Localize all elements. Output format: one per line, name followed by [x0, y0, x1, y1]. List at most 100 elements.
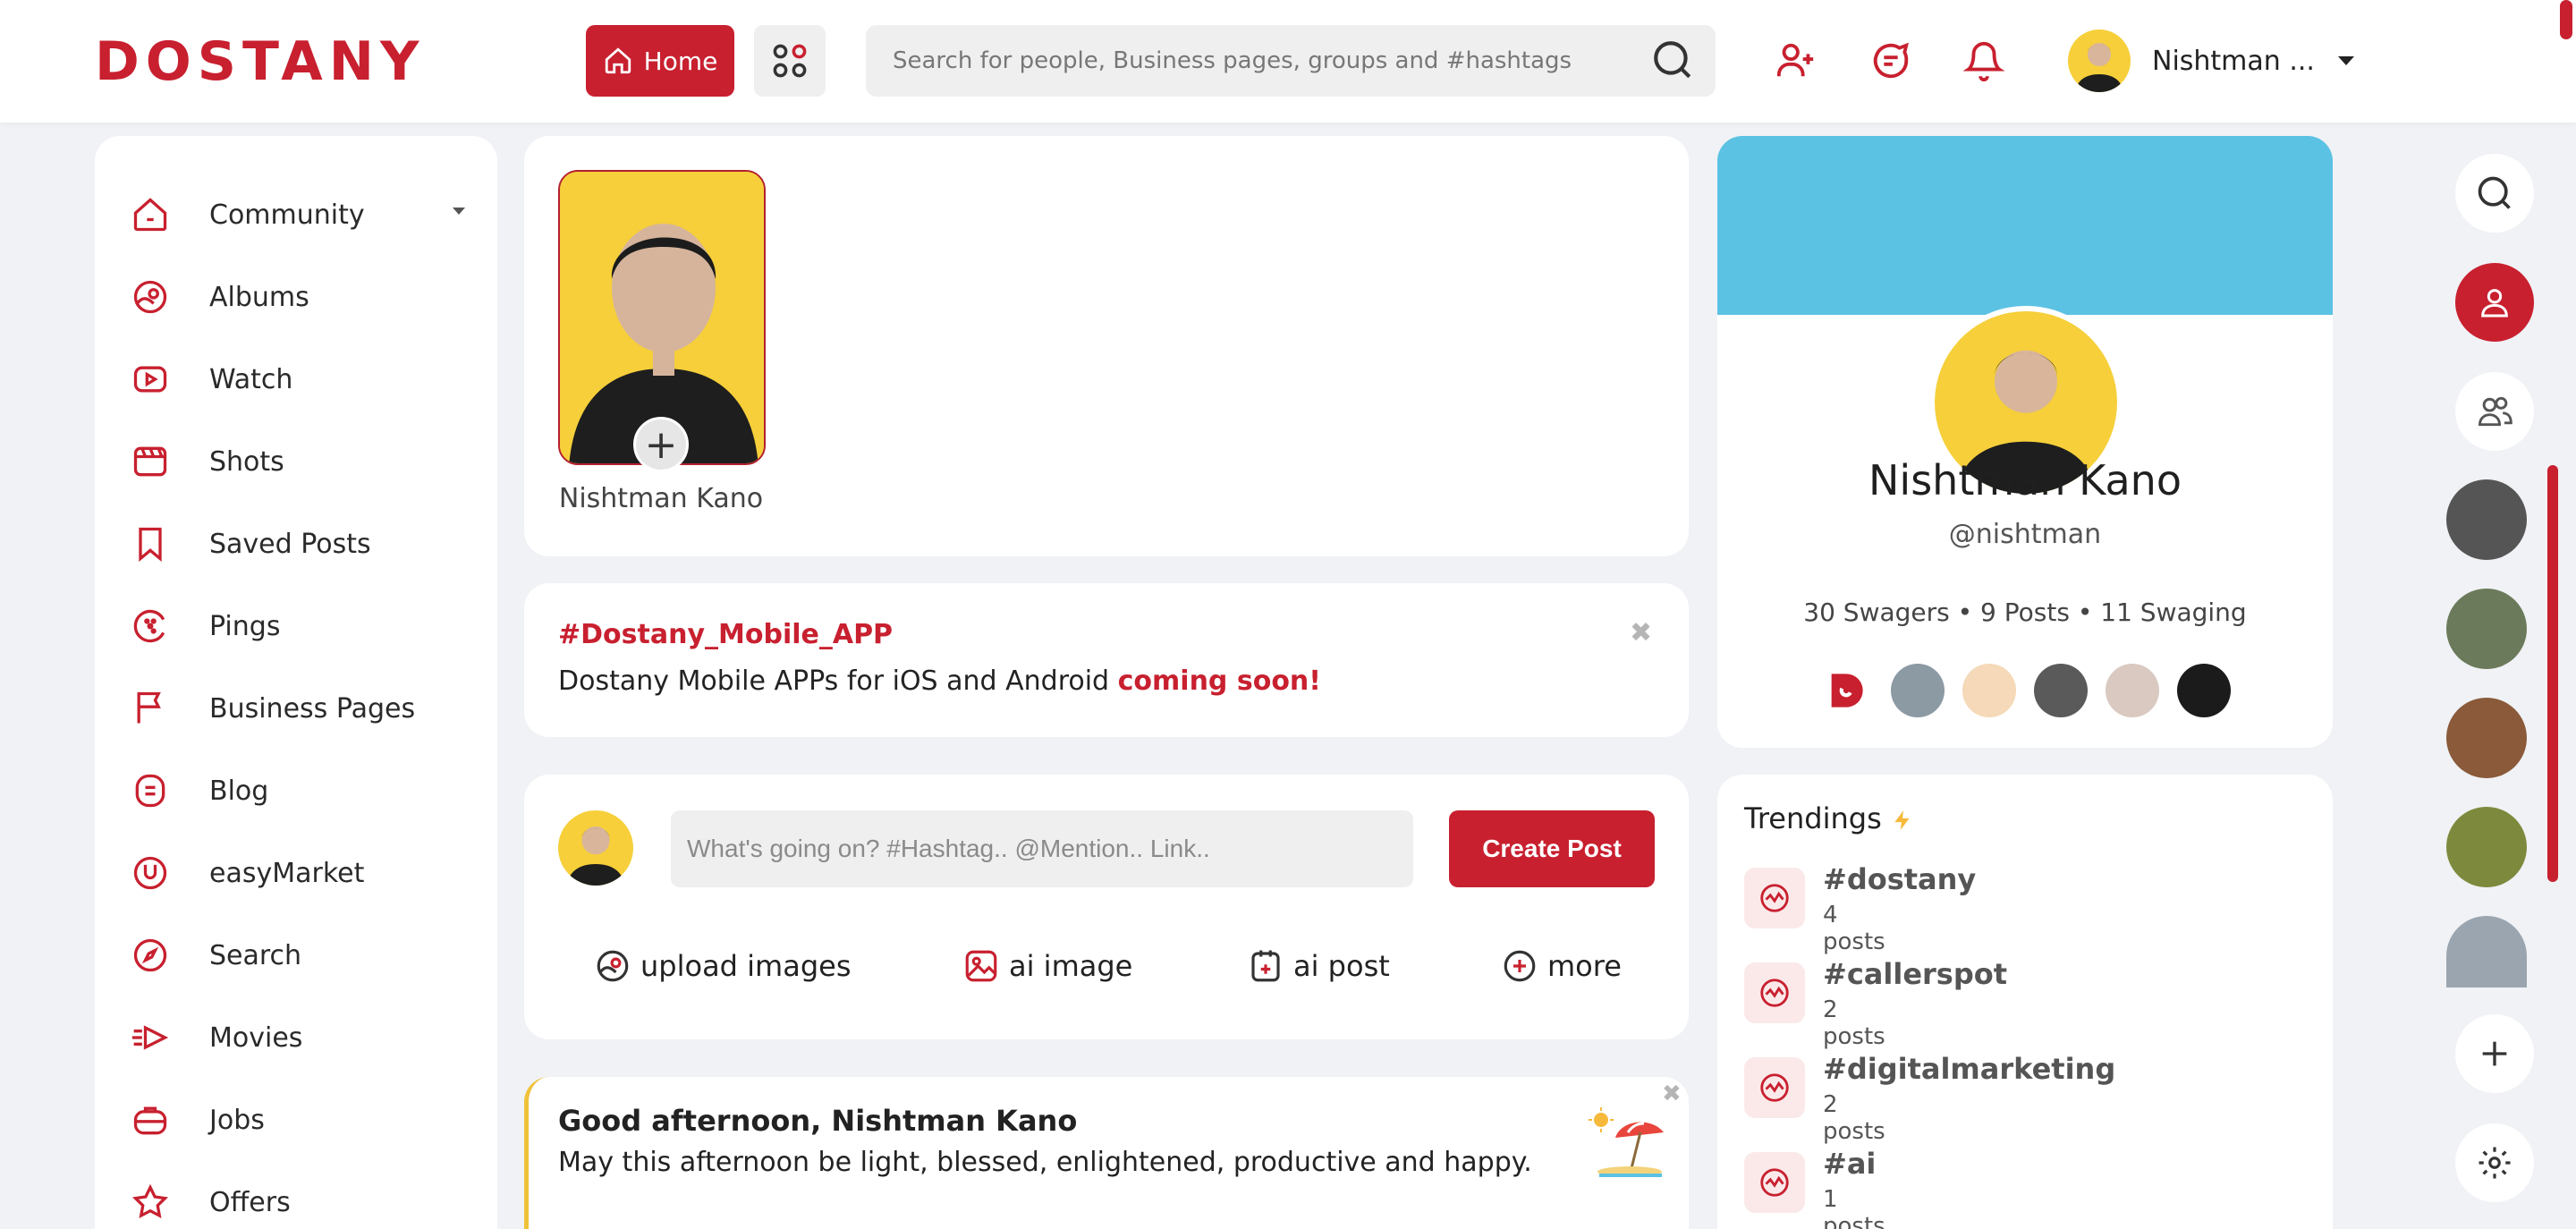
user-plus-icon [1776, 43, 1814, 77]
profile-handle: @nishtman [1948, 519, 2102, 550]
swager-avatar[interactable] [2106, 664, 2159, 717]
sidebar-item-saved-posts[interactable]: Saved Posts [131, 517, 371, 571]
home-icon [605, 47, 631, 74]
sidebar-item-label: Movies [209, 1021, 303, 1054]
rail-contact-avatar[interactable] [2446, 807, 2527, 887]
swager-avatar[interactable] [2177, 664, 2231, 717]
page-scrollbar[interactable] [2560, 0, 2572, 39]
sidebar-item-shots[interactable]: Shots [131, 435, 284, 488]
profile-stats: 30 Swagers • 9 Posts • 11 Swaging [1803, 598, 2247, 627]
search-icon[interactable] [1650, 38, 1695, 82]
trend-activity-icon [1744, 1057, 1805, 1118]
flag-icon [137, 691, 161, 724]
logo-text: DOSTANY [95, 30, 426, 93]
header-avatar [2068, 30, 2131, 92]
action-label: more [1547, 949, 1622, 983]
ai-image-icon [965, 950, 997, 982]
image-icon [597, 950, 629, 982]
movie-icon [131, 1025, 169, 1050]
rail-contact-avatar[interactable] [2446, 698, 2527, 778]
apps-button[interactable] [754, 25, 826, 97]
users-icon [2479, 396, 2512, 427]
star-icon [131, 1183, 169, 1219]
trend-count: 4 posts [1823, 902, 1885, 955]
home-icon [133, 198, 167, 232]
bookmark-icon [139, 527, 162, 563]
beach-umbrella-icon [1589, 1107, 1664, 1177]
swager-avatar[interactable] [2034, 664, 2088, 717]
home-button[interactable]: Home [586, 25, 734, 97]
chevron-down-icon[interactable] [451, 206, 467, 216]
user-icon [2481, 289, 2508, 318]
pings-icon [133, 609, 165, 643]
sidebar-item-movies[interactable]: Movies [131, 1011, 302, 1064]
sidebar-item-label: Business Pages [209, 692, 416, 725]
sidebar-item-label: Albums [209, 281, 309, 313]
announcement-hashtag[interactable]: #Dostany_Mobile_APP [558, 619, 893, 650]
ai-image-button[interactable]: ai image [962, 941, 1132, 991]
profile-name[interactable]: Nishtman Kano [1717, 456, 2333, 504]
greeting-title: Good afternoon, Nishtman Kano [558, 1104, 1078, 1138]
swager-avatar[interactable] [1891, 664, 1945, 717]
sidebar-item-easymarket[interactable]: easyMarket [131, 846, 364, 900]
sidebar-item-label: Blog [209, 775, 269, 807]
announcement-highlight: coming soon! [1117, 665, 1321, 697]
sidebar-item-label: Jobs [209, 1104, 265, 1136]
rail-contact-avatar[interactable] [2446, 479, 2527, 560]
create-post-button[interactable]: Create Post [1449, 810, 1655, 887]
action-label: ai post [1293, 949, 1390, 983]
more-button[interactable]: more [1501, 941, 1622, 991]
add-story-button[interactable]: + [633, 417, 689, 472]
trend-activity-icon [1744, 1152, 1805, 1213]
sidebar-item-jobs[interactable]: Jobs [131, 1093, 265, 1147]
rail-add-button[interactable] [2455, 1014, 2534, 1093]
briefcase-icon [133, 1106, 167, 1135]
sidebar-item-blog[interactable]: Blog [131, 764, 268, 818]
rail-settings-button[interactable] [2455, 1123, 2534, 1202]
watch-icon [133, 366, 167, 393]
add-friend-button[interactable] [1771, 36, 1821, 86]
story-name: Nishtman Kano [558, 483, 764, 514]
trend-count: 1 posts [1823, 1186, 1885, 1229]
rail-scrollbar[interactable] [2547, 465, 2558, 882]
rail-contact-avatar[interactable] [2446, 916, 2527, 987]
post-input[interactable] [671, 810, 1413, 887]
profile-menu[interactable]: Nishtman ... [2068, 29, 2356, 93]
rail-profile-button[interactable] [2455, 263, 2534, 342]
swager-avatar[interactable] [1962, 664, 2016, 717]
sidebar-item-offers[interactable]: Offers [131, 1175, 291, 1229]
rail-contact-avatar[interactable] [2446, 589, 2527, 669]
announcement-body: Dostany Mobile APPs for iOS and Android [558, 665, 1118, 697]
sidebar-item-watch[interactable]: Watch [131, 352, 292, 406]
search-icon [2478, 176, 2511, 209]
notifications-button[interactable] [1959, 36, 2009, 86]
bell-icon [1963, 42, 2004, 81]
sidebar-item-business-pages[interactable]: Business Pages [131, 682, 415, 735]
search-box [866, 25, 1716, 97]
sidebar-item-search[interactable]: Search [131, 928, 301, 982]
gear-icon [2479, 1147, 2511, 1179]
chevron-down-icon [2337, 56, 2354, 65]
ai-post-button[interactable]: ai post [1247, 941, 1390, 991]
rail-search-button[interactable] [2455, 154, 2534, 233]
messages-button[interactable] [1866, 36, 1916, 86]
trend-tag: #dostany [1823, 862, 1977, 896]
rail-friends-button[interactable] [2455, 372, 2534, 451]
sidebar-item-label: Saved Posts [209, 528, 371, 560]
sidebar-item-label: Community [209, 199, 365, 231]
lightning-icon [1894, 810, 1910, 830]
close-icon[interactable]: ✖ [1630, 617, 1652, 648]
trend-activity-icon [1744, 868, 1805, 928]
sidebar-item-albums[interactable]: Albums [131, 270, 309, 324]
logo[interactable]: DOSTANY [95, 30, 425, 93]
close-icon[interactable]: ✖ [1662, 1081, 1682, 1107]
sidebar-item-community[interactable]: Community [131, 188, 365, 242]
search-input[interactable] [893, 47, 1626, 74]
sidebar-item-pings[interactable]: Pings [131, 599, 280, 653]
swager-avatar[interactable] [1819, 664, 1873, 717]
trend-tag: #ai [1823, 1147, 1877, 1181]
action-label: ai image [1009, 949, 1133, 983]
clapper-icon [133, 446, 167, 477]
upload-images-button[interactable]: upload images [594, 941, 852, 991]
sidebar-item-label: easyMarket [209, 857, 365, 889]
